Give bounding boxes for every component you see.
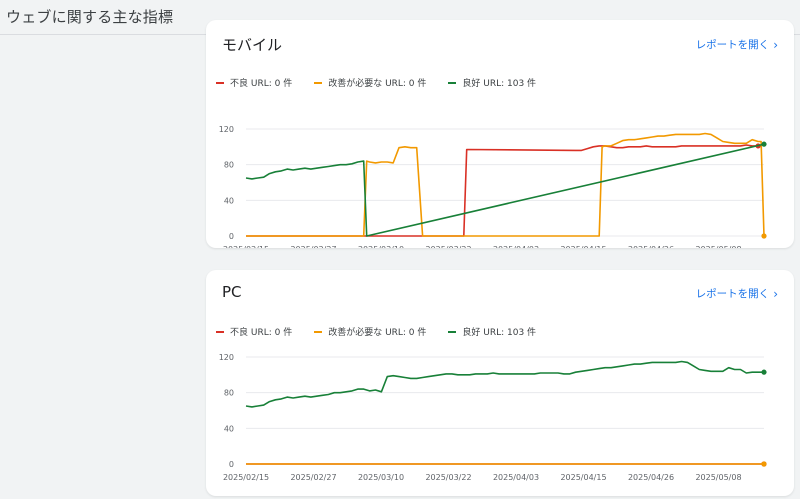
chart-legend: 不良 URL: 0 件 改善が必要な URL: 0 件 良好 URL: 103 … <box>216 76 536 89</box>
mobile-line-chart[interactable]: 0 40 80 120 2025/02/15 2025/02/27 2025/03/10 20… <box>206 92 794 248</box>
card-title: モバイル <box>222 36 283 54</box>
chart-legend: 不良 URL: 0 件 改善が必要な URL: 0 件 良好 URL: 103 … <box>216 325 536 338</box>
legend-needs-improvement[interactable]: 改善が必要な URL: 0 件 <box>314 76 426 89</box>
x-tick-label: 2025/03/22 <box>425 473 471 482</box>
x-tick-label: 2025/04/03 <box>493 245 539 248</box>
y-tick-label: 80 <box>224 389 234 398</box>
series-end-point <box>761 233 767 239</box>
series-line <box>245 360 764 408</box>
y-tick-label: 0 <box>229 232 234 241</box>
legend-needs-label: 改善が必要な URL: 0 件 <box>328 79 427 89</box>
x-tick-label: 2025/03/10 <box>358 245 404 248</box>
y-tick-label: 120 <box>219 353 234 362</box>
series-line <box>245 143 765 237</box>
open-report-label[interactable]: レポートを開く <box>696 286 770 301</box>
y-tick-label: 120 <box>219 125 234 134</box>
x-tick-label: 2025/03/10 <box>358 473 404 482</box>
page-title: ウェブに関する主な指標 <box>6 8 174 26</box>
poor-swatch-icon <box>216 330 224 333</box>
legend-poor[interactable]: 不良 URL: 0 件 <box>216 325 292 338</box>
legend-poor[interactable]: 不良 URL: 0 件 <box>216 76 292 89</box>
legend-good-label: 良好 URL: 103 件 <box>462 79 537 89</box>
x-tick-label: 2025/02/15 <box>223 473 269 482</box>
series-line <box>246 132 765 237</box>
open-report-link[interactable]: レポートを開く › <box>696 286 778 301</box>
chevron-right-icon[interactable]: › <box>773 288 778 300</box>
good-swatch-icon <box>448 330 457 333</box>
poor-swatch-icon <box>216 81 224 84</box>
open-report-label[interactable]: レポートを開く <box>696 37 770 52</box>
y-tick-label: 0 <box>229 460 234 469</box>
x-tick-label: 2025/04/26 <box>628 473 674 482</box>
x-tick-label: 2025/05/08 <box>695 245 741 248</box>
card-title: PC <box>222 283 242 301</box>
x-tick-label: 2025/02/27 <box>290 245 336 248</box>
chevron-right-icon[interactable]: › <box>773 39 778 51</box>
x-tick-label: 2025/04/03 <box>493 473 539 482</box>
legend-good[interactable]: 良好 URL: 103 件 <box>448 325 536 338</box>
legend-needs-improvement[interactable]: 改善が必要な URL: 0 件 <box>314 325 426 338</box>
legend-good-label: 良好 URL: 103 件 <box>462 328 537 338</box>
mobile-card: モバイル レポートを開く › 不良 URL: 0 件 改善が必要な URL: 0… <box>206 20 794 248</box>
pc-card: PC レポートを開く › 不良 URL: 0 件 改善が必要な URL: 0 件… <box>206 270 794 496</box>
x-tick-label: 2025/05/08 <box>695 473 741 482</box>
x-tick-label: 2025/02/15 <box>223 245 269 248</box>
needs-swatch-icon <box>314 81 323 84</box>
x-tick-label: 2025/04/15 <box>560 473 606 482</box>
legend-needs-label: 改善が必要な URL: 0 件 <box>328 328 427 338</box>
x-tick-label: 2025/03/22 <box>425 245 471 248</box>
good-swatch-icon <box>448 81 457 84</box>
x-tick-label: 2025/04/26 <box>628 245 674 248</box>
legend-poor-label: 不良 URL: 0 件 <box>230 79 293 89</box>
series-end-point <box>761 369 767 375</box>
y-tick-label: 80 <box>224 161 234 170</box>
x-tick-label: 2025/02/27 <box>290 473 336 482</box>
series-line <box>246 144 759 237</box>
series-end-point <box>761 141 767 147</box>
open-report-link[interactable]: レポートを開く › <box>696 37 778 52</box>
series-end-point <box>761 461 767 467</box>
legend-good[interactable]: 良好 URL: 103 件 <box>448 76 536 89</box>
pc-line-chart[interactable]: 0 40 80 120 2025/02/15 2025/02/27 2025/03/10 20… <box>206 342 794 496</box>
y-tick-label: 40 <box>224 424 234 433</box>
y-tick-label: 40 <box>224 196 234 205</box>
legend-poor-label: 不良 URL: 0 件 <box>230 328 293 338</box>
x-tick-label: 2025/04/15 <box>560 245 606 248</box>
needs-swatch-icon <box>314 330 323 333</box>
